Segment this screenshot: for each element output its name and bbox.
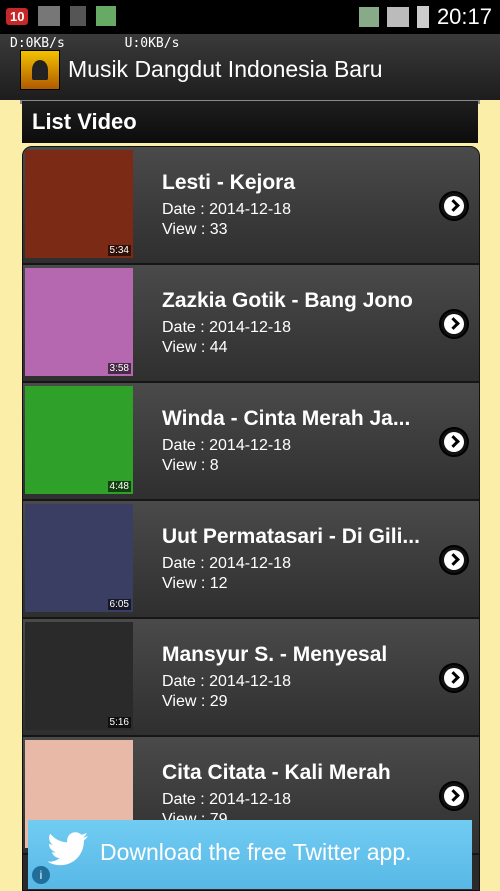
video-views: View : 8 bbox=[162, 457, 219, 474]
video-duration: 5:16 bbox=[107, 717, 131, 728]
update-icon bbox=[96, 6, 117, 26]
video-views: View : 12 bbox=[162, 575, 228, 592]
chevron-right-icon[interactable] bbox=[439, 191, 469, 221]
video-views: View : 29 bbox=[162, 693, 228, 710]
section-header: List Video bbox=[22, 101, 478, 143]
network-speed: D:0KB/s U:0KB/s bbox=[10, 36, 231, 51]
app-title: Musik Dangdut Indonesia Baru bbox=[68, 56, 383, 82]
video-thumbnail: 3:58 bbox=[25, 268, 133, 376]
list-item[interactable]: 5:34 Lesti - Kejora Date : 2014-12-18 Vi… bbox=[23, 147, 479, 265]
video-views: View : 33 bbox=[162, 221, 228, 238]
chevron-right-icon[interactable] bbox=[439, 781, 469, 811]
wifi-icon bbox=[358, 7, 379, 27]
video-duration: 6:05 bbox=[107, 599, 131, 610]
list-item[interactable]: 3:58 Zazkia Gotik - Bang Jono Date : 201… bbox=[23, 265, 479, 383]
video-title: Uut Permatasari - Di Gili... bbox=[162, 525, 420, 548]
app-logo bbox=[20, 50, 60, 90]
upload-speed: U:0KB/s bbox=[124, 36, 180, 51]
notification-badge: 10 bbox=[6, 7, 29, 25]
download-speed: D:0KB/s bbox=[10, 36, 65, 51]
section-title: List Video bbox=[32, 109, 137, 134]
chevron-right-icon[interactable] bbox=[439, 663, 469, 693]
video-thumbnail: 5:34 bbox=[25, 150, 133, 258]
status-left: 10 bbox=[6, 6, 117, 26]
video-title: Winda - Cinta Merah Ja... bbox=[162, 407, 411, 430]
video-thumbnail: 6:05 bbox=[25, 504, 133, 612]
gallery-icon bbox=[38, 6, 61, 26]
video-date: Date : 2014-12-18 bbox=[162, 791, 291, 808]
video-date: Date : 2014-12-18 bbox=[162, 437, 291, 454]
chevron-right-icon[interactable] bbox=[439, 427, 469, 457]
ad-text: Download the free Twitter app. bbox=[100, 839, 412, 865]
battery-icon bbox=[416, 6, 429, 28]
video-date: Date : 2014-12-18 bbox=[162, 319, 291, 336]
video-list: 5:34 Lesti - Kejora Date : 2014-12-18 Vi… bbox=[22, 146, 480, 891]
video-thumbnail: 5:16 bbox=[25, 622, 133, 730]
ad-info-icon[interactable]: i bbox=[32, 866, 50, 884]
chevron-right-icon[interactable] bbox=[439, 545, 469, 575]
video-title: Zazkia Gotik - Bang Jono bbox=[162, 289, 413, 312]
signal-small-icon bbox=[70, 6, 87, 26]
chevron-right-icon[interactable] bbox=[439, 309, 469, 339]
twitter-ad-banner[interactable]: Download the free Twitter app. i bbox=[28, 820, 472, 889]
clock: 20:17 bbox=[436, 4, 492, 29]
video-date: Date : 2014-12-18 bbox=[162, 673, 291, 690]
video-duration: 4:48 bbox=[107, 481, 131, 492]
video-duration: 5:34 bbox=[107, 245, 131, 256]
video-views: View : 44 bbox=[162, 339, 228, 356]
twitter-bird-icon bbox=[47, 832, 88, 866]
cell-signal-icon bbox=[386, 7, 409, 27]
video-title: Mansyur S. - Menyesal bbox=[162, 643, 388, 666]
list-item[interactable]: 6:05 Uut Permatasari - Di Gili... Date :… bbox=[23, 501, 479, 619]
status-bar: 10 20:17 bbox=[0, 0, 500, 34]
video-title: Cita Citata - Kali Merah bbox=[162, 761, 391, 784]
status-right: 20:17 bbox=[358, 4, 492, 30]
list-item[interactable]: 5:16 Mansyur S. - Menyesal Date : 2014-1… bbox=[23, 619, 479, 737]
video-duration: 3:58 bbox=[107, 363, 131, 374]
video-date: Date : 2014-12-18 bbox=[162, 201, 291, 218]
video-date: Date : 2014-12-18 bbox=[162, 555, 291, 572]
video-thumbnail: 4:48 bbox=[25, 386, 133, 494]
list-item[interactable]: 4:48 Winda - Cinta Merah Ja... Date : 20… bbox=[23, 383, 479, 501]
video-title: Lesti - Kejora bbox=[162, 171, 296, 194]
